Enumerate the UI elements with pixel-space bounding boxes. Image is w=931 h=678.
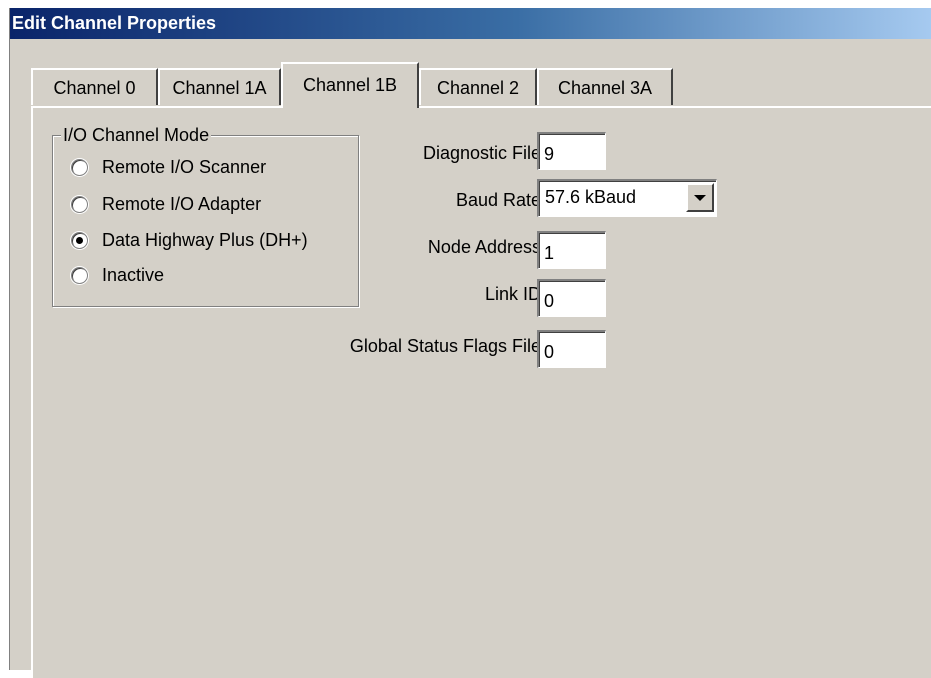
edit-channel-properties-window: Edit Channel Properties Channel 0 Channe… <box>9 8 931 678</box>
radio-remote-io-adapter-label: Remote I/O Adapter <box>102 194 262 214</box>
radio-data-highway-plus-circle[interactable] <box>71 231 88 249</box>
channel-1b-panel: I/O Channel Mode Remote I/O Scanner Remo… <box>31 106 931 678</box>
tab-channel-1b[interactable]: Channel 1B <box>281 62 419 108</box>
radio-remote-io-adapter[interactable]: Remote I/O Adapter <box>71 191 261 217</box>
radio-data-highway-plus[interactable]: Data Highway Plus (DH+) <box>71 227 308 253</box>
baud-rate-value: 57.6 kBaud <box>545 187 637 207</box>
radio-remote-io-scanner-label: Remote I/O Scanner <box>102 157 267 177</box>
tab-channel-2[interactable]: Channel 2 <box>419 68 537 105</box>
link-id-input[interactable] <box>537 279 606 317</box>
radio-remote-io-scanner-circle[interactable] <box>71 158 88 176</box>
baud-rate-select[interactable]: 57.6 kBaud <box>537 179 717 217</box>
baud-rate-dropdown-button[interactable] <box>686 183 714 212</box>
radio-remote-io-scanner[interactable]: Remote I/O Scanner <box>71 154 266 180</box>
io-channel-mode-group: I/O Channel Mode Remote I/O Scanner Remo… <box>52 123 359 307</box>
radio-data-highway-plus-label: Data Highway Plus (DH+) <box>102 230 308 250</box>
baud-rate-label: Baud Rate: <box>455 190 546 210</box>
diagnostic-file-input[interactable] <box>537 132 606 170</box>
node-address-label: Node Address: <box>427 237 546 257</box>
global-status-flags-file-input[interactable] <box>537 330 606 368</box>
tab-strip: Channel 0 Channel 1A Channel 1B Channel … <box>31 62 931 112</box>
window-title: Edit Channel Properties <box>10 8 931 39</box>
diagnostic-file-label: Diagnostic File: <box>422 143 546 163</box>
radio-inactive-label: Inactive <box>102 265 165 285</box>
global-status-flags-file-label: Global Status Flags File: <box>349 336 546 356</box>
radio-inactive[interactable]: Inactive <box>71 262 164 288</box>
tab-channel-3a[interactable]: Channel 3A <box>537 68 673 105</box>
tab-channel-1a[interactable]: Channel 1A <box>158 68 281 105</box>
io-channel-mode-title: I/O Channel Mode <box>61 123 212 147</box>
radio-inactive-circle[interactable] <box>71 266 88 284</box>
radio-remote-io-adapter-circle[interactable] <box>71 195 88 213</box>
chevron-down-icon <box>694 194 706 201</box>
node-address-input[interactable] <box>537 231 606 269</box>
tab-channel-0[interactable]: Channel 0 <box>31 68 158 105</box>
